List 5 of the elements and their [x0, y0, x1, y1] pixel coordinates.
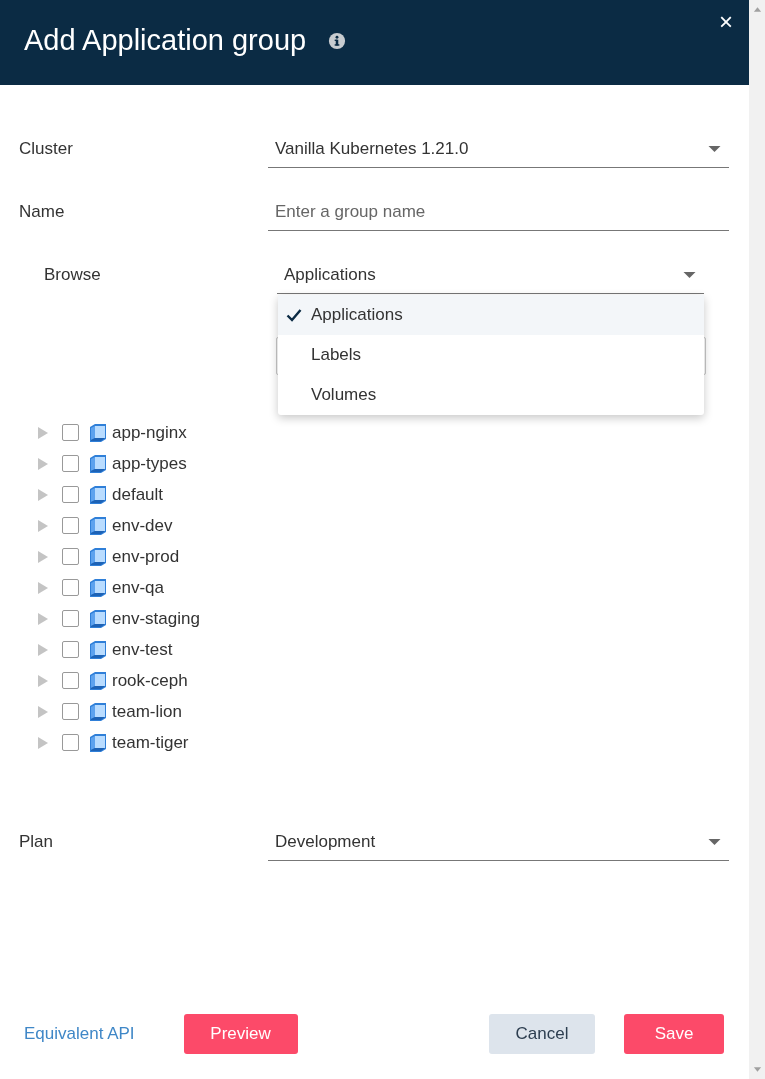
dialog-title: Add Application group: [24, 24, 307, 57]
field-label: Plan: [19, 831, 55, 852]
field-label: Browse: [44, 264, 102, 285]
field-label: Name: [19, 201, 66, 222]
field-label: Cluster: [19, 138, 74, 159]
